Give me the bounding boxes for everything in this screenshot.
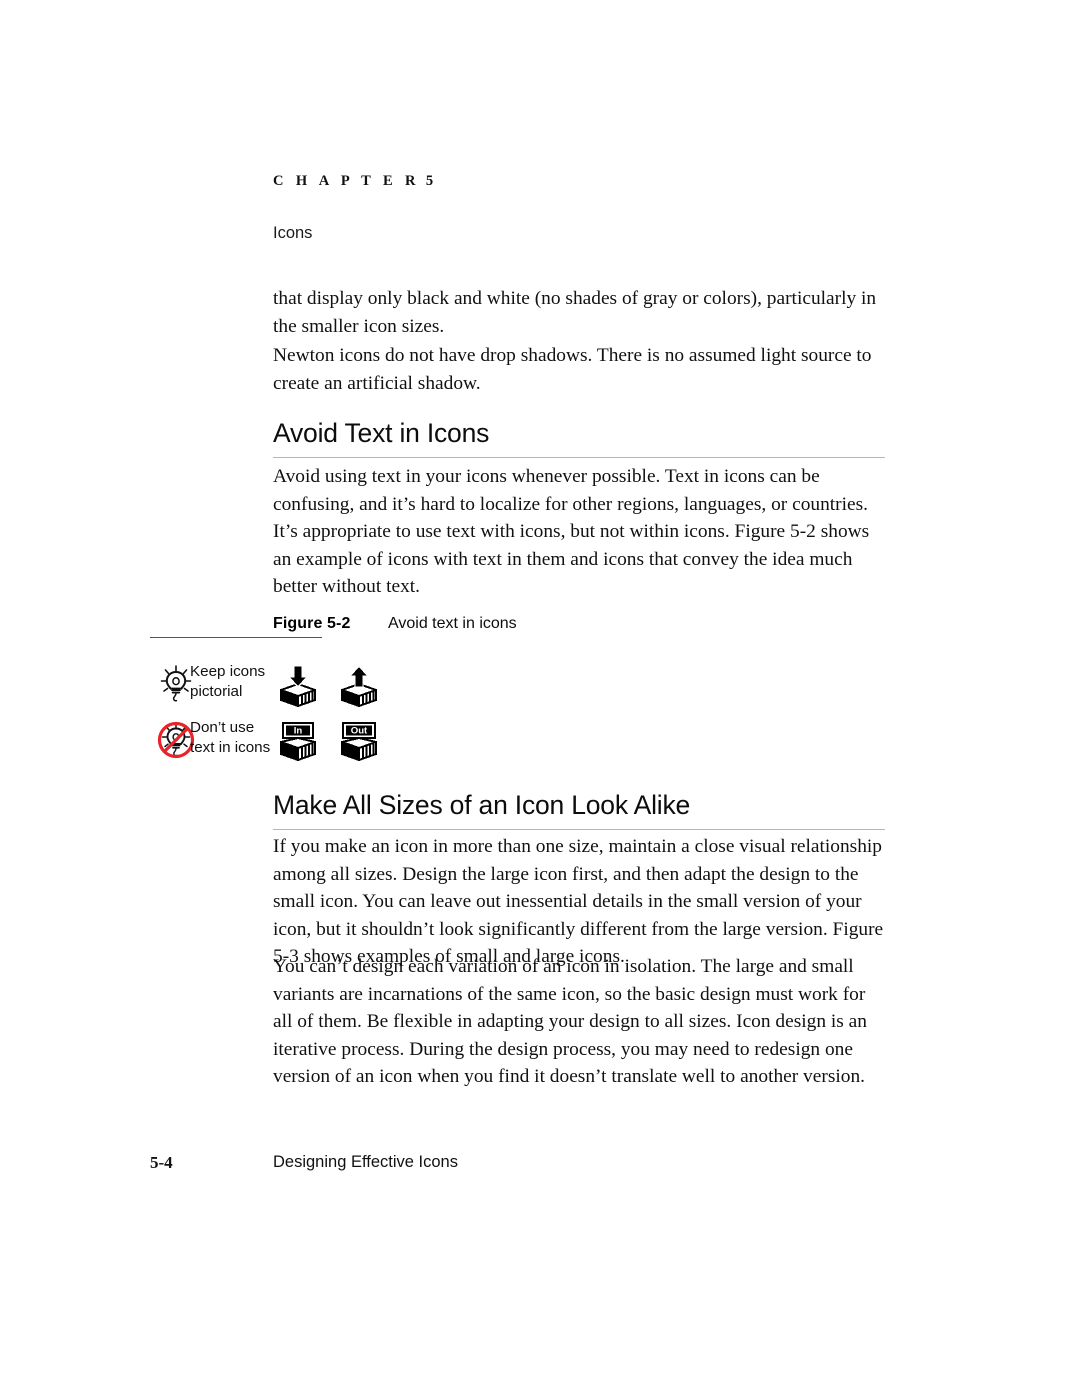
chapter-number: 5: [425, 173, 434, 189]
figure-label: Figure 5-2: [273, 615, 351, 632]
outbox-tray-text-label-icon: Out: [333, 720, 385, 766]
paragraph-3: Avoid using text in your icons whenever …: [273, 466, 870, 598]
footer-title: Designing Effective Icons: [273, 1153, 458, 1171]
page-number: 5-4: [150, 1153, 173, 1172]
paragraph-4: If you make an icon in more than one siz…: [273, 836, 884, 968]
running-head: Icons: [273, 224, 313, 242]
figure-row-good: Keep icons pictorial: [150, 662, 890, 714]
section-heading: Avoid Text in Icons: [273, 418, 490, 448]
figure-row-bad-label: Don’t use text in icons: [190, 719, 271, 756]
figure-row-good-label: Keep icons pictorial: [190, 663, 266, 700]
figure-rule: [150, 637, 322, 639]
inbox-tray-down-arrow-icon: [272, 664, 324, 710]
paragraph-1: that display only black and white (no sh…: [273, 288, 877, 337]
paragraph-2: Newton icons do not have drop shadows. T…: [273, 345, 872, 394]
figure-title: Avoid text in icons: [388, 615, 517, 632]
inbox-tray-text-label-icon: In: [272, 720, 324, 766]
chapter-word: C H A P T E R: [273, 173, 420, 189]
paragraph-5: You can’t design each variation of an ic…: [273, 956, 867, 1088]
heading-rule: [273, 829, 885, 830]
tray-label-text: In: [294, 726, 303, 737]
figure-5-2: Figure 5-2 Avoid text in icons Keep icon…: [150, 612, 890, 778]
figure-caption: Figure 5-2 Avoid text in icons: [150, 612, 890, 642]
heading-rule: [273, 457, 885, 458]
section-avoid-text-in-icons: Avoid Text in Icons: [273, 417, 885, 458]
outbox-tray-up-arrow-icon: [333, 664, 385, 710]
figure-row-bad: Don’t use text in icons In Out: [150, 718, 890, 770]
section-heading: Make All Sizes of an Icon Look Alike: [273, 790, 691, 820]
page-footer: 5-4 Designing Effective Icons: [150, 1153, 890, 1177]
document-page: C H A P T E R 5 Icons that display only b…: [0, 0, 1080, 1397]
chapter-header: C H A P T E R 5: [273, 173, 433, 190]
figure-body: Keep icons pictorial Don’t use text in i…: [150, 662, 890, 778]
tray-label-text: Out: [351, 726, 368, 737]
section-make-all-sizes-look-alike: Make All Sizes of an Icon Look Alike: [273, 789, 885, 830]
